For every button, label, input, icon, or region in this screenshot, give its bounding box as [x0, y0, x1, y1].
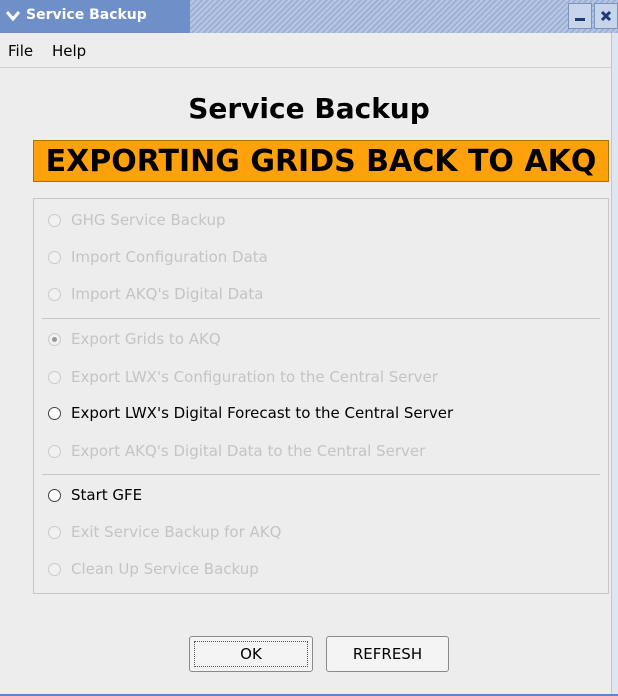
window-right-border [611, 33, 618, 694]
service-backup-window: Service Backup File Help Service Backup … [0, 0, 618, 696]
radio-icon[interactable] [48, 525, 61, 539]
option-label: Export AKQ's Digital Data to the Central… [71, 442, 426, 460]
close-button[interactable] [594, 3, 618, 29]
minimize-icon [575, 18, 585, 21]
option-export-digital-data[interactable]: Export AKQ's Digital Data to the Central… [48, 439, 425, 463]
radio-icon[interactable] [48, 562, 61, 576]
options-group: GHG Service Backup Import Configuration … [33, 198, 609, 594]
ok-button[interactable]: OK [189, 636, 313, 672]
option-import-digital-data[interactable]: Import AKQ's Digital Data [48, 282, 263, 306]
option-import-configuration-data[interactable]: Import Configuration Data [48, 245, 268, 269]
menu-file[interactable]: File [8, 42, 33, 60]
status-text: EXPORTING GRIDS BACK TO AKQ [45, 144, 597, 179]
option-exit-service-backup[interactable]: Exit Service Backup for AKQ [48, 520, 281, 544]
option-export-configuration[interactable]: Export LWX's Configuration to the Centra… [48, 365, 438, 389]
radio-icon[interactable] [48, 287, 61, 301]
option-ghg-service-backup[interactable]: GHG Service Backup [48, 208, 225, 232]
radio-icon[interactable] [48, 488, 61, 502]
refresh-button[interactable]: REFRESH [326, 636, 449, 672]
status-banner: EXPORTING GRIDS BACK TO AKQ [33, 140, 609, 182]
close-icon [600, 10, 612, 22]
radio-icon[interactable] [48, 250, 61, 264]
group-separator [42, 318, 600, 319]
option-export-digital-forecast[interactable]: Export LWX's Digital Forecast to the Cen… [48, 401, 453, 425]
option-label: Exit Service Backup for AKQ [71, 523, 282, 541]
group-separator [42, 474, 600, 475]
window-controls [568, 3, 618, 29]
window-title: Service Backup [26, 7, 147, 23]
option-start-gfe[interactable]: Start GFE [48, 483, 142, 507]
window-menu-icon[interactable] [5, 8, 21, 22]
radio-icon[interactable] [48, 213, 61, 227]
title-bar[interactable]: Service Backup [0, 0, 618, 33]
option-export-grids[interactable]: Export Grids to AKQ [48, 327, 221, 351]
radio-icon[interactable] [48, 444, 61, 458]
option-clean-up[interactable]: Clean Up Service Backup [48, 557, 259, 581]
menu-bar: File Help [0, 33, 618, 68]
page-title: Service Backup [188, 92, 430, 125]
option-label: Start GFE [71, 486, 143, 504]
radio-icon[interactable] [48, 406, 61, 420]
option-label: Import Configuration Data [71, 248, 268, 266]
radio-icon[interactable] [48, 370, 61, 384]
option-label: Import AKQ's Digital Data [71, 285, 264, 303]
minimize-button[interactable] [568, 3, 592, 29]
option-label: Clean Up Service Backup [71, 560, 259, 578]
radio-selected-icon[interactable] [48, 332, 61, 346]
option-label: Export LWX's Digital Forecast to the Cen… [71, 404, 454, 422]
menu-help[interactable]: Help [52, 42, 86, 60]
option-label: Export LWX's Configuration to the Centra… [71, 368, 438, 386]
option-label: Export Grids to AKQ [71, 330, 221, 348]
option-label: GHG Service Backup [71, 211, 226, 229]
